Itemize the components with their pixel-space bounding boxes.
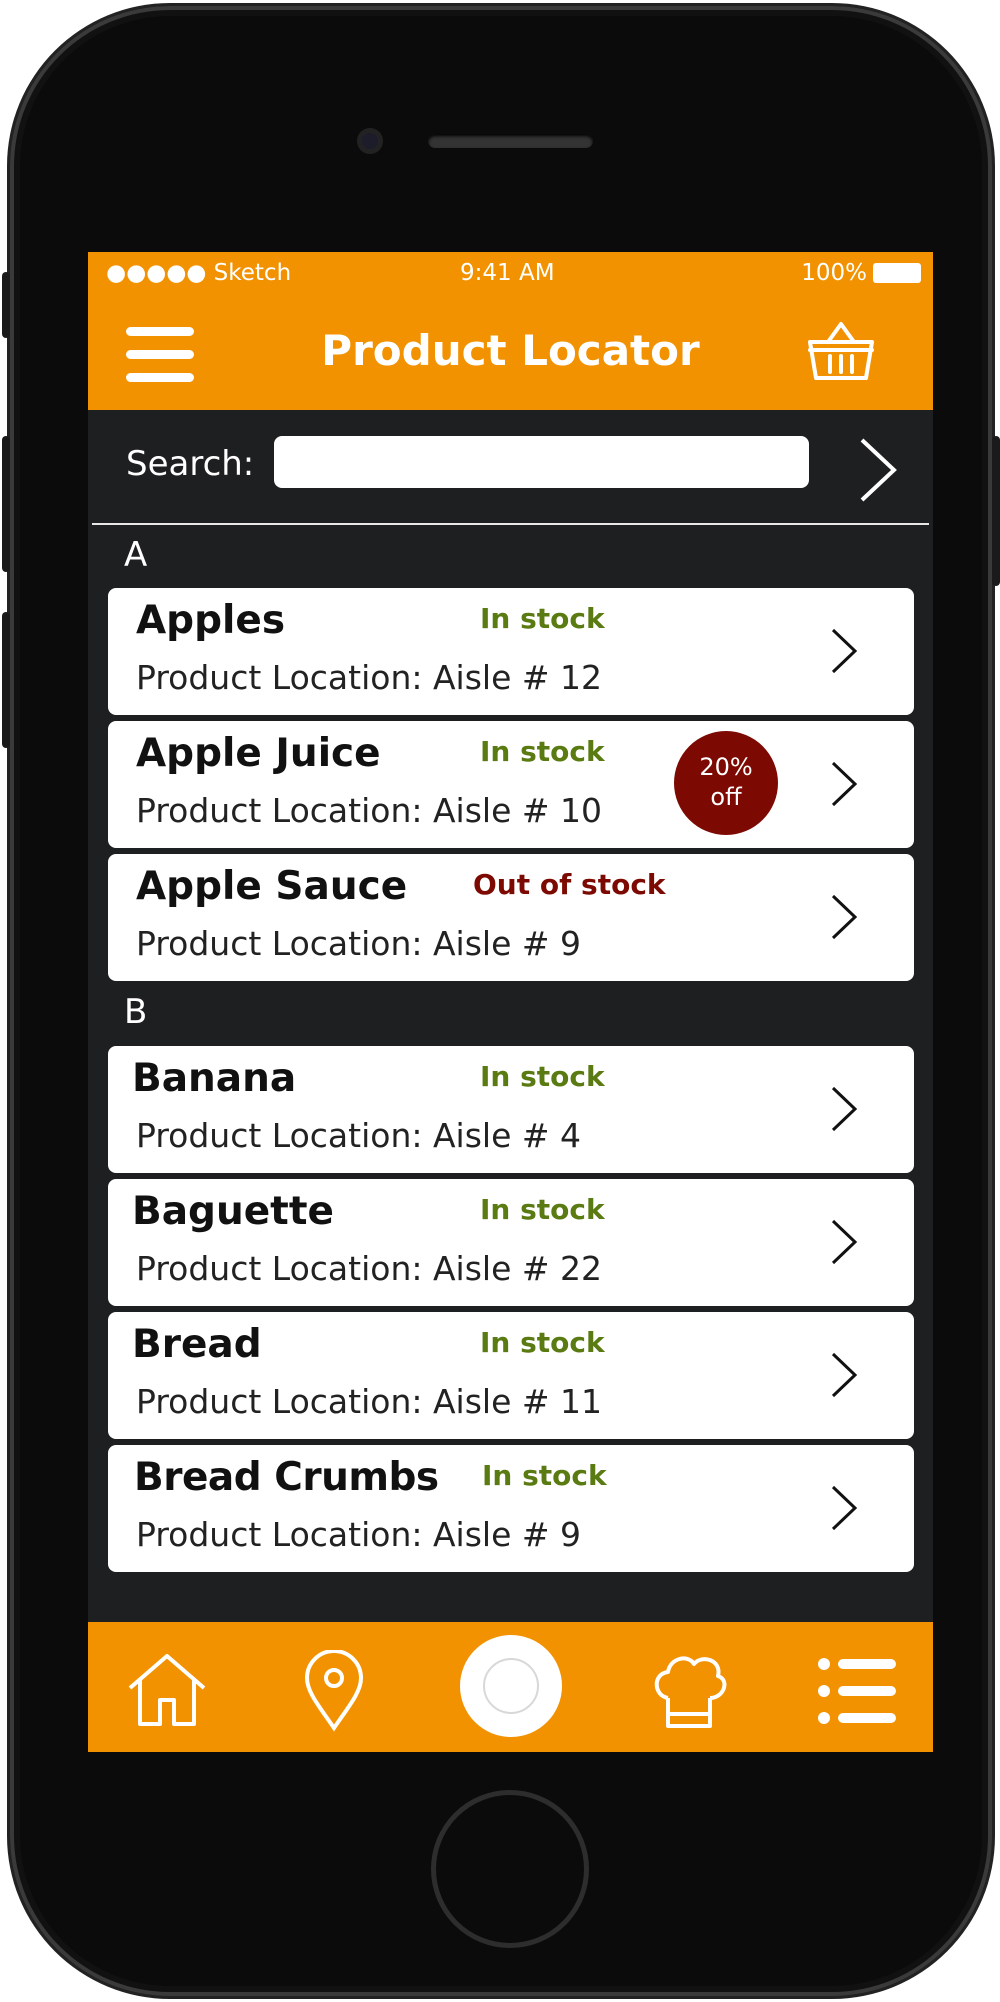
volume-down-button (2, 612, 10, 748)
search-input[interactable] (274, 436, 809, 488)
chevron-right-icon (831, 1219, 858, 1265)
chevron-right-icon (831, 628, 858, 674)
carrier-label: ●●●●● Sketch (106, 260, 292, 286)
chevron-right-icon (831, 1485, 858, 1531)
front-camera (357, 128, 383, 154)
power-button (992, 436, 1000, 586)
section-header-a: A (124, 535, 148, 575)
chevron-right-icon (831, 1086, 858, 1132)
header-bar: ●●●●● Sketch 9:41 AM 100% Product Locato… (88, 252, 933, 410)
battery-status: 100% (801, 260, 921, 286)
location-pin-icon[interactable] (293, 1650, 375, 1732)
clock: 9:41 AM (460, 260, 555, 286)
status-bar: ●●●●● Sketch 9:41 AM 100% (88, 252, 933, 294)
product-location: Product Location: Aisle # 9 (136, 1515, 582, 1554)
list-item[interactable]: Apples In stock Product Location: Aisle … (108, 588, 914, 715)
list-item[interactable]: Bread Crumbs In stock Product Location: … (108, 1445, 914, 1572)
discount-percent: 20% (699, 753, 753, 781)
product-location: Product Location: Aisle # 9 (136, 924, 582, 963)
center-action-ring (483, 1658, 539, 1714)
product-name: Bread (132, 1322, 262, 1367)
chevron-right-icon (831, 761, 858, 807)
section-header-b: B (124, 992, 148, 1032)
list-item[interactable]: Bread In stock Product Location: Aisle #… (108, 1312, 914, 1439)
list-icon[interactable] (816, 1650, 898, 1732)
product-name: Apple Juice (136, 731, 381, 776)
phone-frame: ●●●●● Sketch 9:41 AM 100% Product Locato… (2, 6, 1000, 1996)
bottom-nav (88, 1622, 933, 1752)
product-name: Baguette (132, 1189, 334, 1234)
battery-percent: 100% (801, 260, 867, 286)
app-screen: ●●●●● Sketch 9:41 AM 100% Product Locato… (88, 252, 933, 1752)
product-location: Product Location: Aisle # 4 (136, 1116, 582, 1155)
chef-hat-icon[interactable] (648, 1650, 730, 1732)
product-location: Product Location: Aisle # 12 (136, 658, 602, 697)
mute-switch (2, 272, 10, 338)
chevron-right-icon (831, 894, 858, 940)
product-name: Bread Crumbs (134, 1455, 439, 1500)
battery-icon (873, 263, 921, 283)
search-bar: Search: (88, 410, 933, 522)
home-icon[interactable] (126, 1650, 208, 1732)
list-item[interactable]: Baguette In stock Product Location: Aisl… (108, 1179, 914, 1306)
earpiece-speaker (428, 134, 593, 148)
product-name: Apples (136, 598, 286, 643)
center-action-button[interactable] (460, 1635, 562, 1737)
hamburger-menu-icon[interactable] (126, 327, 194, 383)
page-title: Product Locator (321, 326, 700, 375)
product-location: Product Location: Aisle # 22 (136, 1249, 602, 1288)
product-location: Product Location: Aisle # 10 (136, 791, 602, 830)
list-item[interactable]: Apple Sauce Out of stock Product Locatio… (108, 854, 914, 981)
stock-status: In stock (482, 1459, 607, 1492)
chevron-right-icon[interactable] (854, 436, 902, 504)
stock-status: In stock (480, 1193, 605, 1226)
stock-status: Out of stock (473, 868, 666, 901)
search-divider (92, 523, 929, 525)
product-location: Product Location: Aisle # 11 (136, 1382, 602, 1421)
home-button[interactable] (431, 1790, 589, 1948)
volume-up-button (2, 436, 10, 572)
list-item[interactable]: Apple Juice In stock Product Location: A… (108, 721, 914, 848)
list-item[interactable]: Banana In stock Product Location: Aisle … (108, 1046, 914, 1173)
basket-icon[interactable] (806, 318, 876, 384)
stock-status: In stock (480, 735, 605, 768)
chevron-right-icon (831, 1352, 858, 1398)
discount-suffix: off (710, 783, 742, 811)
stock-status: In stock (480, 602, 605, 635)
search-label: Search: (126, 444, 255, 484)
stock-status: In stock (480, 1326, 605, 1359)
stock-status: In stock (480, 1060, 605, 1093)
discount-badge: 20% off (674, 731, 778, 835)
product-name: Apple Sauce (136, 864, 408, 909)
product-name: Banana (132, 1056, 297, 1101)
